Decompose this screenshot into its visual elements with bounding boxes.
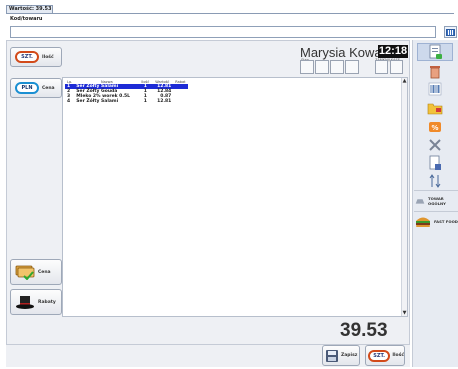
receipt-grid: Lp. Nazwa Ilość Wartość Rabat 1 Ser Żółt… (62, 77, 408, 317)
tools-icon (429, 139, 441, 151)
quantity-button-label: Ilość (42, 54, 54, 60)
szt-icon: SZT. (368, 349, 391, 362)
burger-icon (416, 217, 430, 227)
vertical-scrollbar[interactable]: ▲ ▼ (401, 78, 407, 316)
folder-button[interactable] (417, 99, 453, 117)
floppy-disk-icon (325, 349, 339, 363)
arrows-icon (429, 174, 441, 188)
top-hat-icon (15, 294, 35, 310)
scroll-up-icon[interactable]: ▲ (402, 78, 407, 84)
receipt-table: Lp. Nazwa Ilość Wartość Rabat 1 Ser Żółt… (65, 80, 188, 104)
save-button[interactable]: Zapisz (322, 345, 360, 366)
receipt-icon (429, 44, 442, 59)
quantity-button[interactable]: SZT. Ilość (10, 47, 62, 67)
clock: 12:18 (378, 45, 408, 58)
barcode-field-label: Kod/towaru (10, 16, 43, 22)
calculator-button[interactable] (417, 154, 453, 172)
indicator-box (345, 60, 359, 74)
keyboard-icon (446, 28, 455, 36)
status-indicators (300, 60, 359, 74)
barcode-button[interactable] (417, 80, 453, 98)
tab-divider (6, 13, 454, 14)
scroll-down-icon[interactable]: ▼ (402, 310, 407, 316)
trash-icon (430, 66, 440, 79)
indicator-box[interactable] (390, 60, 403, 74)
payment-icon (15, 264, 35, 281)
price-button[interactable]: PLN Cena (10, 78, 62, 98)
svg-text:%: % (431, 124, 438, 132)
row-name: Ser Żółty Salami (76, 99, 119, 104)
indicator-box (315, 60, 329, 74)
barcode-input[interactable] (10, 26, 436, 38)
col-discount: Rabat (175, 80, 186, 84)
tools-button[interactable] (417, 136, 453, 154)
delete-button[interactable] (417, 63, 453, 81)
window-tab[interactable]: Wartość: 39.53 (6, 5, 53, 13)
folder-icon (427, 103, 443, 115)
discount-icon: % (429, 122, 441, 132)
pln-icon: PLN (15, 82, 39, 94)
discount-tools-button[interactable]: % (417, 118, 453, 136)
price-button-label: Cena (42, 85, 55, 91)
row-qty: 1 (143, 99, 147, 104)
fast-food-button[interactable]: FAST FOOD (414, 211, 458, 231)
row-discount (173, 99, 187, 104)
szt-icon: SZT. (15, 51, 39, 63)
keyboard-button[interactable] (444, 26, 457, 38)
barcode-icon (428, 82, 442, 96)
table-row[interactable]: 4 Ser Żółty Salami 1 12.81 (65, 99, 188, 104)
payment-button[interactable]: Cena (10, 259, 62, 285)
till-indicators (375, 60, 403, 74)
discount-button[interactable]: Rabaty (10, 289, 62, 315)
row-value: 12.81 (157, 99, 172, 104)
discount-button-label: Rabaty (38, 299, 56, 305)
generic-goods-label: TOWAR OGÓLNY (428, 195, 446, 206)
calculator-icon (429, 155, 441, 170)
payment-button-label: Cena (38, 269, 51, 275)
fast-food-label: FAST FOOD (434, 219, 458, 224)
save-button-label: Zapisz (341, 353, 358, 358)
indicator-box (300, 60, 314, 74)
bottom-quantity-label: Ilość (392, 353, 404, 358)
row-lp: 4 (67, 99, 71, 104)
scale-icon (415, 198, 425, 204)
indicator-box (330, 60, 344, 74)
generic-goods-button[interactable]: TOWAR OGÓLNY (414, 190, 458, 210)
bottom-quantity-button[interactable]: SZT. Ilość (365, 345, 405, 366)
receipt-button[interactable] (417, 43, 453, 61)
indicator-box[interactable] (375, 60, 388, 74)
receipt-total: 39.53 (340, 320, 388, 341)
arrows-button[interactable] (417, 172, 453, 190)
